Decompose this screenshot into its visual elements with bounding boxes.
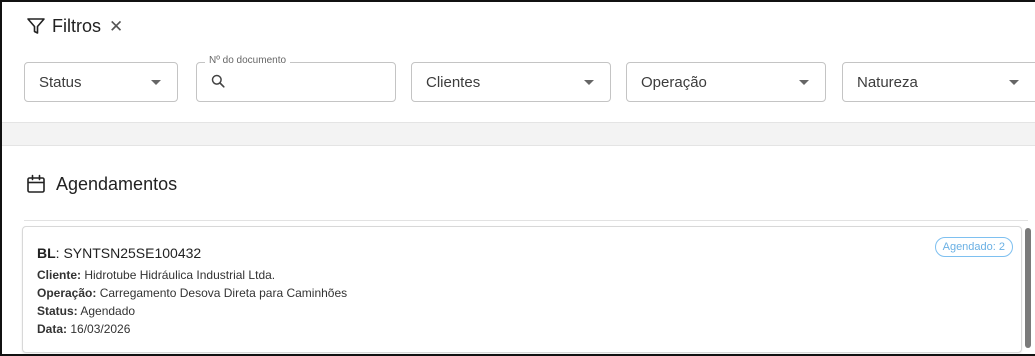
card-cliente-value: Hidrotube Hidráulica Industrial Ltda. <box>81 268 276 282</box>
status-select-label: Status <box>39 73 82 91</box>
clientes-select-label: Clientes <box>426 73 481 91</box>
chevron-down-icon <box>151 80 161 85</box>
card-operacao: Operação: Carregamento Desova Direta par… <box>37 286 347 300</box>
calendar-icon <box>26 174 46 194</box>
document-number-legend: Nº do documento <box>205 55 291 66</box>
close-filters-button[interactable]: ✕ <box>109 18 123 35</box>
natureza-select-label: Natureza <box>857 73 918 91</box>
chevron-down-icon <box>584 80 594 85</box>
search-icon <box>211 74 225 88</box>
chevron-down-icon <box>1009 80 1019 85</box>
status-badge: Agendado: 2 <box>934 237 1013 257</box>
card-operacao-value: Carregamento Desova Direta para Caminhõe… <box>96 286 348 300</box>
divider <box>24 220 1028 221</box>
filters-header: Filtros ✕ <box>26 14 123 38</box>
document-number-input[interactable] <box>233 71 383 93</box>
card-cliente: Cliente: Hidrotube Hidráulica Industrial… <box>37 268 275 282</box>
card-status: Status: Agendado <box>37 304 135 318</box>
operacao-select-label: Operação <box>641 73 707 91</box>
card-status-value: Agendado <box>77 304 136 318</box>
clientes-select[interactable]: Clientes <box>411 62 611 102</box>
agendamentos-header: Agendamentos <box>26 172 177 196</box>
app-frame: Filtros ✕ Status Nº do documento Cliente… <box>0 0 1035 356</box>
card-cliente-key: Cliente: <box>37 268 82 282</box>
scrollbar[interactable] <box>1025 228 1031 348</box>
card-bl-value: : SYNTSN25SE100432 <box>55 245 202 261</box>
natureza-select[interactable]: Natureza <box>842 62 1035 102</box>
card-bl: BL: SYNTSN25SE100432 <box>37 245 201 261</box>
status-select[interactable]: Status <box>24 62 178 102</box>
agendamentos-title: Agendamentos <box>56 173 178 194</box>
agendamento-card[interactable]: BL: SYNTSN25SE100432 Agendado: 2 Cliente… <box>22 226 1022 353</box>
chevron-down-icon <box>799 80 809 85</box>
filters-title: Filtros <box>52 15 101 36</box>
card-status-key: Status: <box>37 304 78 318</box>
card-data-key: Data: <box>37 322 68 336</box>
card-data-value: 16/03/2026 <box>67 322 131 336</box>
operacao-select[interactable]: Operação <box>626 62 826 102</box>
card-bl-key: BL <box>37 245 56 261</box>
section-separator <box>2 122 1035 146</box>
document-number-field[interactable]: Nº do documento <box>196 55 396 102</box>
filter-icon <box>26 16 46 36</box>
card-operacao-key: Operação: <box>37 286 97 300</box>
card-data: Data: 16/03/2026 <box>37 322 130 336</box>
